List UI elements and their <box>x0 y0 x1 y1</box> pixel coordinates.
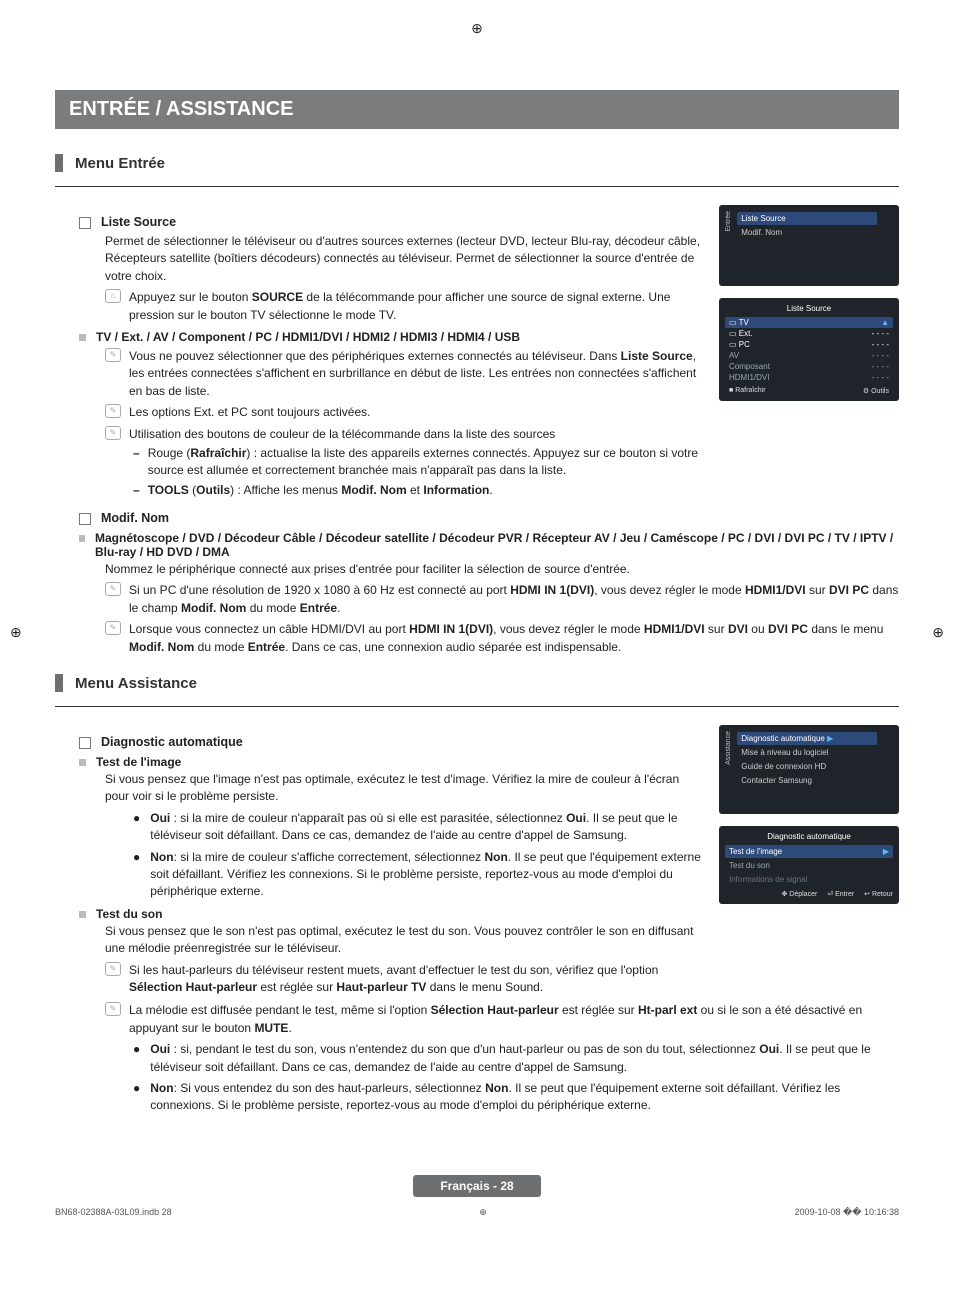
osd-item: Composant- - - - <box>725 361 893 372</box>
registration-mark-left-icon: ⊕ <box>10 624 22 641</box>
osd-menu-entree: Entrée Liste Source Modif. Nom <box>719 205 899 286</box>
osd-diagnostic: Diagnostic automatique Test de l'image ▶… <box>719 826 899 904</box>
note-icon: ✎ <box>105 621 121 635</box>
note-icon: ✎ <box>105 348 121 362</box>
registration-mark-top-icon: ⊕ <box>471 20 483 37</box>
subheading-test-son: Test du son <box>55 907 705 921</box>
osd-item: ▭ Ext.- - - - <box>725 328 893 339</box>
osd-item: Modif. Nom <box>737 226 877 239</box>
subheading-device-names: Magnétoscope / DVD / Décodeur Câble / Dé… <box>55 531 899 559</box>
osd-liste-source: Liste Source ▭ TV▲ ▭ Ext.- - - - ▭ PC- -… <box>719 298 899 401</box>
note: ✎ Si un PC d'une résolution de 1920 x 10… <box>105 582 899 617</box>
note: ✎ Si les haut-parleurs du téléviseur res… <box>105 962 705 997</box>
heading-liste-source: Liste Source <box>55 215 705 229</box>
registration-mark-bottom-icon: ⊕ <box>479 1207 487 1218</box>
osd-item: Test du son <box>725 859 893 872</box>
bullet: ● Oui : si, pendant le test du son, vous… <box>133 1041 899 1076</box>
text: Nommez le périphérique connecté aux pris… <box>105 561 899 578</box>
osd-item: Mise à niveau du logiciel <box>737 746 877 759</box>
osd-item: AV- - - - <box>725 350 893 361</box>
bullet: ● Non: si la mire de couleur s'affiche c… <box>133 849 705 901</box>
note: ✎ Utilisation des boutons de couleur de … <box>105 426 705 443</box>
osd-item: Liste Source <box>737 212 877 225</box>
note: ⌂ Appuyez sur le bouton SOURCE de la tél… <box>105 289 705 324</box>
note-icon: ✎ <box>105 582 121 596</box>
osd-item: Contacter Samsung <box>737 774 877 787</box>
osd-menu-assistance: Assistance Diagnostic automatique ▶ Mise… <box>719 725 899 814</box>
note-icon: ✎ <box>105 962 121 976</box>
page-footer-badge: Français - 28 <box>413 1175 541 1197</box>
remote-icon: ⌂ <box>105 289 121 303</box>
osd-item: ▭ TV▲ <box>725 317 893 328</box>
note: ✎ Vous ne pouvez sélectionner que des pé… <box>105 348 705 400</box>
note: ✎ Les options Ext. et PC sont toujours a… <box>105 404 705 421</box>
note-icon: ✎ <box>105 426 121 440</box>
note-icon: ✎ <box>105 404 121 418</box>
heading-diagnostic: Diagnostic automatique <box>55 735 705 749</box>
heading-modif-nom: Modif. Nom <box>55 511 899 525</box>
note-icon: ✎ <box>105 1002 121 1016</box>
subheading-sources-list: TV / Ext. / AV / Component / PC / HDMI1/… <box>55 330 705 344</box>
note: ✎ La mélodie est diffusée pendant le tes… <box>105 1002 899 1037</box>
subheading-test-image: Test de l'image <box>55 755 705 769</box>
text: Si vous pensez que l'image n'est pas opt… <box>105 771 705 806</box>
dash-item: – Rouge (Rafraîchir) : actualise la list… <box>133 445 705 480</box>
text: Récepteurs satellite (boîtiers décodeurs… <box>105 250 705 285</box>
registration-mark-right-icon: ⊕ <box>932 624 944 641</box>
osd-item: Guide de connexion HD <box>737 760 877 773</box>
osd-item: Diagnostic automatique ▶ <box>737 732 877 745</box>
section-heading-assistance: Menu Assistance <box>55 674 899 692</box>
text: Permet de sélectionner le téléviseur ou … <box>105 233 705 250</box>
dash-item: – TOOLS (Outils) : Affiche les menus Mod… <box>133 482 705 499</box>
osd-item: Informations de signal <box>725 873 893 886</box>
osd-item: Test de l'image ▶ <box>725 845 893 858</box>
osd-item: HDMI1/DVI- - - - <box>725 372 893 383</box>
print-footer: BN68-02388A-03L09.indb 28 ⊕ 2009-10-08 �… <box>55 1207 899 1218</box>
bullet: ● Oui : si la mire de couleur n'apparaît… <box>133 810 705 845</box>
note: ✎ Lorsque vous connectez un câble HDMI/D… <box>105 621 899 656</box>
section-heading-entree: Menu Entrée <box>55 154 899 172</box>
bullet: ● Non: Si vous entendez du son des haut-… <box>133 1080 899 1115</box>
osd-item: ▭ PC- - - - <box>725 339 893 350</box>
text: Si vous pensez que le son n'est pas opti… <box>105 923 705 958</box>
chapter-title: ENTRÉE / ASSISTANCE <box>55 90 899 129</box>
